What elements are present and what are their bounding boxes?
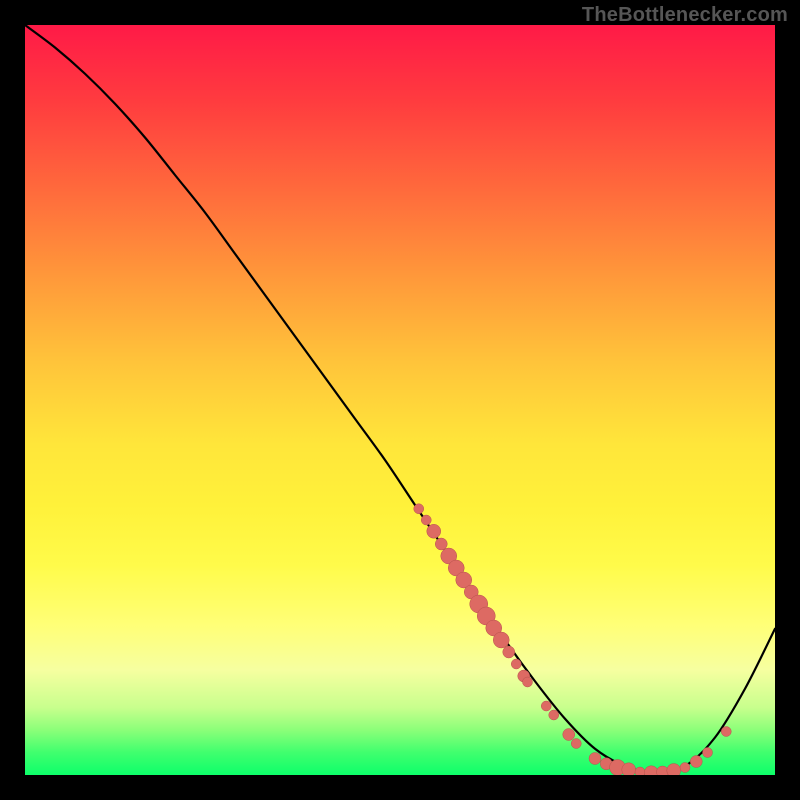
data-marker [721,727,731,737]
data-marker [680,763,690,773]
data-marker [414,504,424,514]
data-marker [589,753,601,765]
marker-group [414,504,732,775]
data-marker [493,632,509,648]
data-marker [541,701,551,711]
data-marker [644,766,658,775]
gradient-plot-area [25,25,775,775]
data-marker [523,677,533,687]
chart-stage: TheBottlenecker.com [0,0,800,800]
data-marker [635,767,645,775]
data-marker [421,515,431,525]
data-marker [622,763,636,775]
data-marker [667,764,681,776]
data-marker [690,756,702,768]
data-marker [511,659,521,669]
data-marker [703,748,713,758]
data-marker [549,710,559,720]
data-marker [503,646,515,658]
data-marker [427,524,441,538]
attribution-text: TheBottlenecker.com [582,4,788,27]
bottleneck-curve [25,25,775,773]
data-marker [435,538,447,550]
data-marker [563,729,575,741]
chart-svg [25,25,775,775]
data-marker [571,739,581,749]
